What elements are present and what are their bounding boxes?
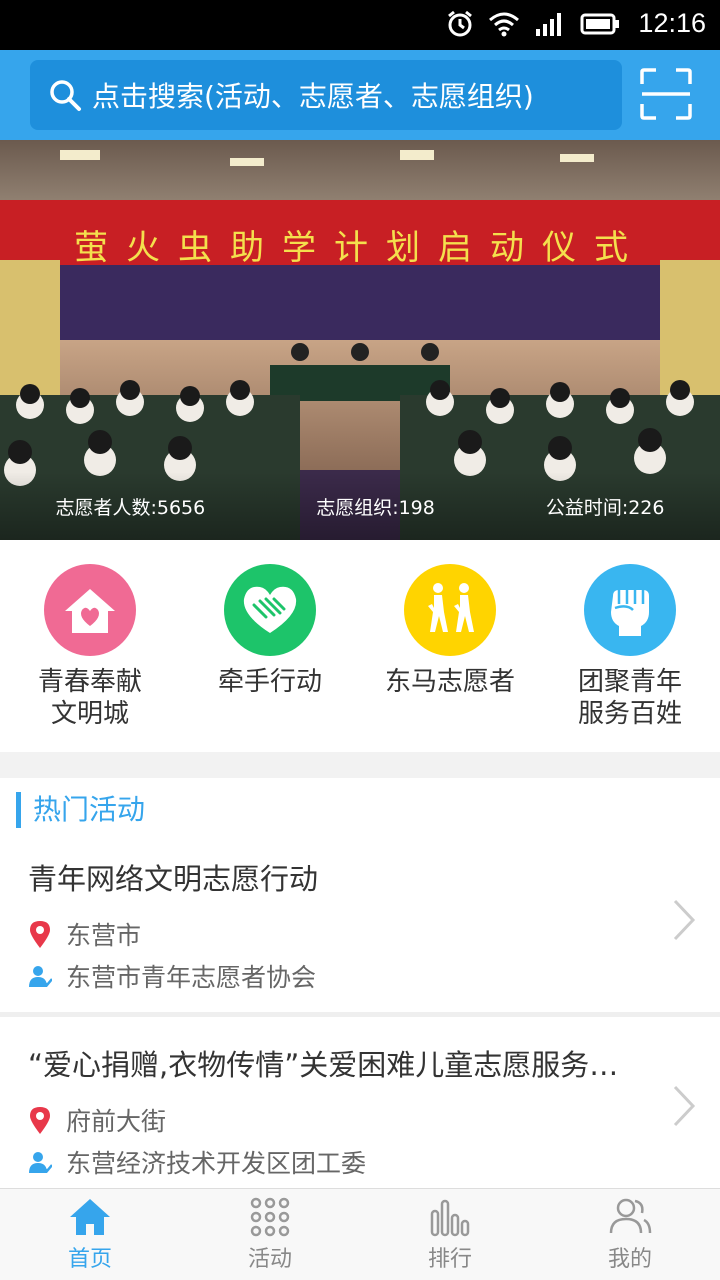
scan-icon[interactable] [640,68,692,120]
handshake-heart-icon [224,564,316,656]
activity-location-row: 东营市 [28,916,141,952]
bottom-tab-bar: 首页 活动 排行 我的 [0,1188,720,1280]
runners-icon [404,564,496,656]
activity-location-row: 府前大街 [28,1102,166,1138]
location-pin-icon [30,921,50,948]
category-label: 青春奉献 文明城 [37,667,142,729]
status-bar: 12:16 [0,0,720,50]
bar-chart-icon [430,1199,470,1237]
fist-icon [584,564,676,656]
activity-org-row: 东营市青年志愿者协会 [28,958,316,994]
activity-title: “爱心捐赠,衣物传情”关爱困难儿童志愿服务… [28,1048,619,1082]
chevron-right-icon [673,899,696,941]
header: 点击搜索(活动、志愿者、志愿组织) [0,50,720,140]
organizer-icon [29,1152,52,1173]
location-pin-icon [30,1107,50,1134]
status-time: 12:16 [638,8,706,38]
category-item[interactable]: 青春奉献 文明城 [0,540,180,752]
tab-label: 排行 [427,1247,472,1272]
category-item[interactable]: 团聚青年 服务百姓 [540,540,720,752]
divider [0,1012,720,1017]
section-title: 热门活动 [16,792,145,828]
stat-volunteers: 志愿者人数:5656 [55,496,206,519]
grid-icon [250,1197,290,1237]
tab-label: 首页 [67,1247,112,1272]
activity-item[interactable]: 青年网络文明志愿行动 东营市 东营市青年志愿者协会 [0,842,720,1010]
stats-bar: 志愿者人数:5656 志愿组织:198 公益时间:226 [0,472,720,540]
hot-activities-section: 热门活动 青年网络文明志愿行动 东营市 东营市青年志愿者协会 “爱心捐赠,衣物传… [0,778,720,1188]
category-label: 东马志愿者 [384,667,515,697]
tab-ranking[interactable]: 排行 [360,1189,540,1280]
activity-organizer: 东营市青年志愿者协会 [66,963,317,992]
alarm-icon [448,10,472,37]
category-grid: 青春奉献 文明城 牵手行动 东马志愿者 团聚青年 服务百姓 [0,540,720,752]
category-item[interactable]: 牵手行动 [180,540,360,752]
home-icon [70,1199,110,1235]
tab-label: 活动 [247,1247,292,1272]
user-icon [609,1198,652,1234]
chevron-right-icon [673,1085,696,1127]
stat-service-time: 公益时间:226 [545,496,665,519]
house-heart-icon [44,564,136,656]
activity-location: 东营市 [66,921,142,950]
search-input[interactable]: 点击搜索(活动、志愿者、志愿组织) [30,60,622,130]
activity-item[interactable]: “爱心捐赠,衣物传情”关爱困难儿童志愿服务… 府前大街 东营经济技术开发区团工委 [0,1028,720,1188]
search-placeholder: 点击搜索(活动、志愿者、志愿组织) [92,80,534,113]
activity-org-row: 东营经济技术开发区团工委 [28,1144,366,1180]
stat-organizations: 志愿组织:198 [316,496,435,519]
tab-home[interactable]: 首页 [0,1189,180,1280]
wifi-icon [489,12,519,37]
banner-title: 萤火虫助学计划启动仪式 [74,228,646,268]
tab-label: 我的 [607,1247,652,1272]
battery-icon [580,13,619,35]
banner-carousel[interactable]: 萤火虫助学计划启动仪式 志愿者人数:5656 志愿组织:198 公益时间:226 [0,140,720,540]
category-label: 牵手行动 [217,667,322,697]
category-item[interactable]: 东马志愿者 [360,540,540,752]
category-label: 团聚青年 服务百姓 [577,667,682,729]
tab-mine[interactable]: 我的 [540,1189,720,1280]
activity-organizer: 东营经济技术开发区团工委 [66,1149,367,1178]
activity-location: 府前大街 [66,1107,167,1136]
organizer-icon [29,966,52,987]
search-icon [50,80,81,111]
signal-icon [536,13,561,36]
tab-activities[interactable]: 活动 [180,1189,360,1280]
activity-title: 青年网络文明志愿行动 [28,862,319,896]
status-icons [446,10,620,38]
